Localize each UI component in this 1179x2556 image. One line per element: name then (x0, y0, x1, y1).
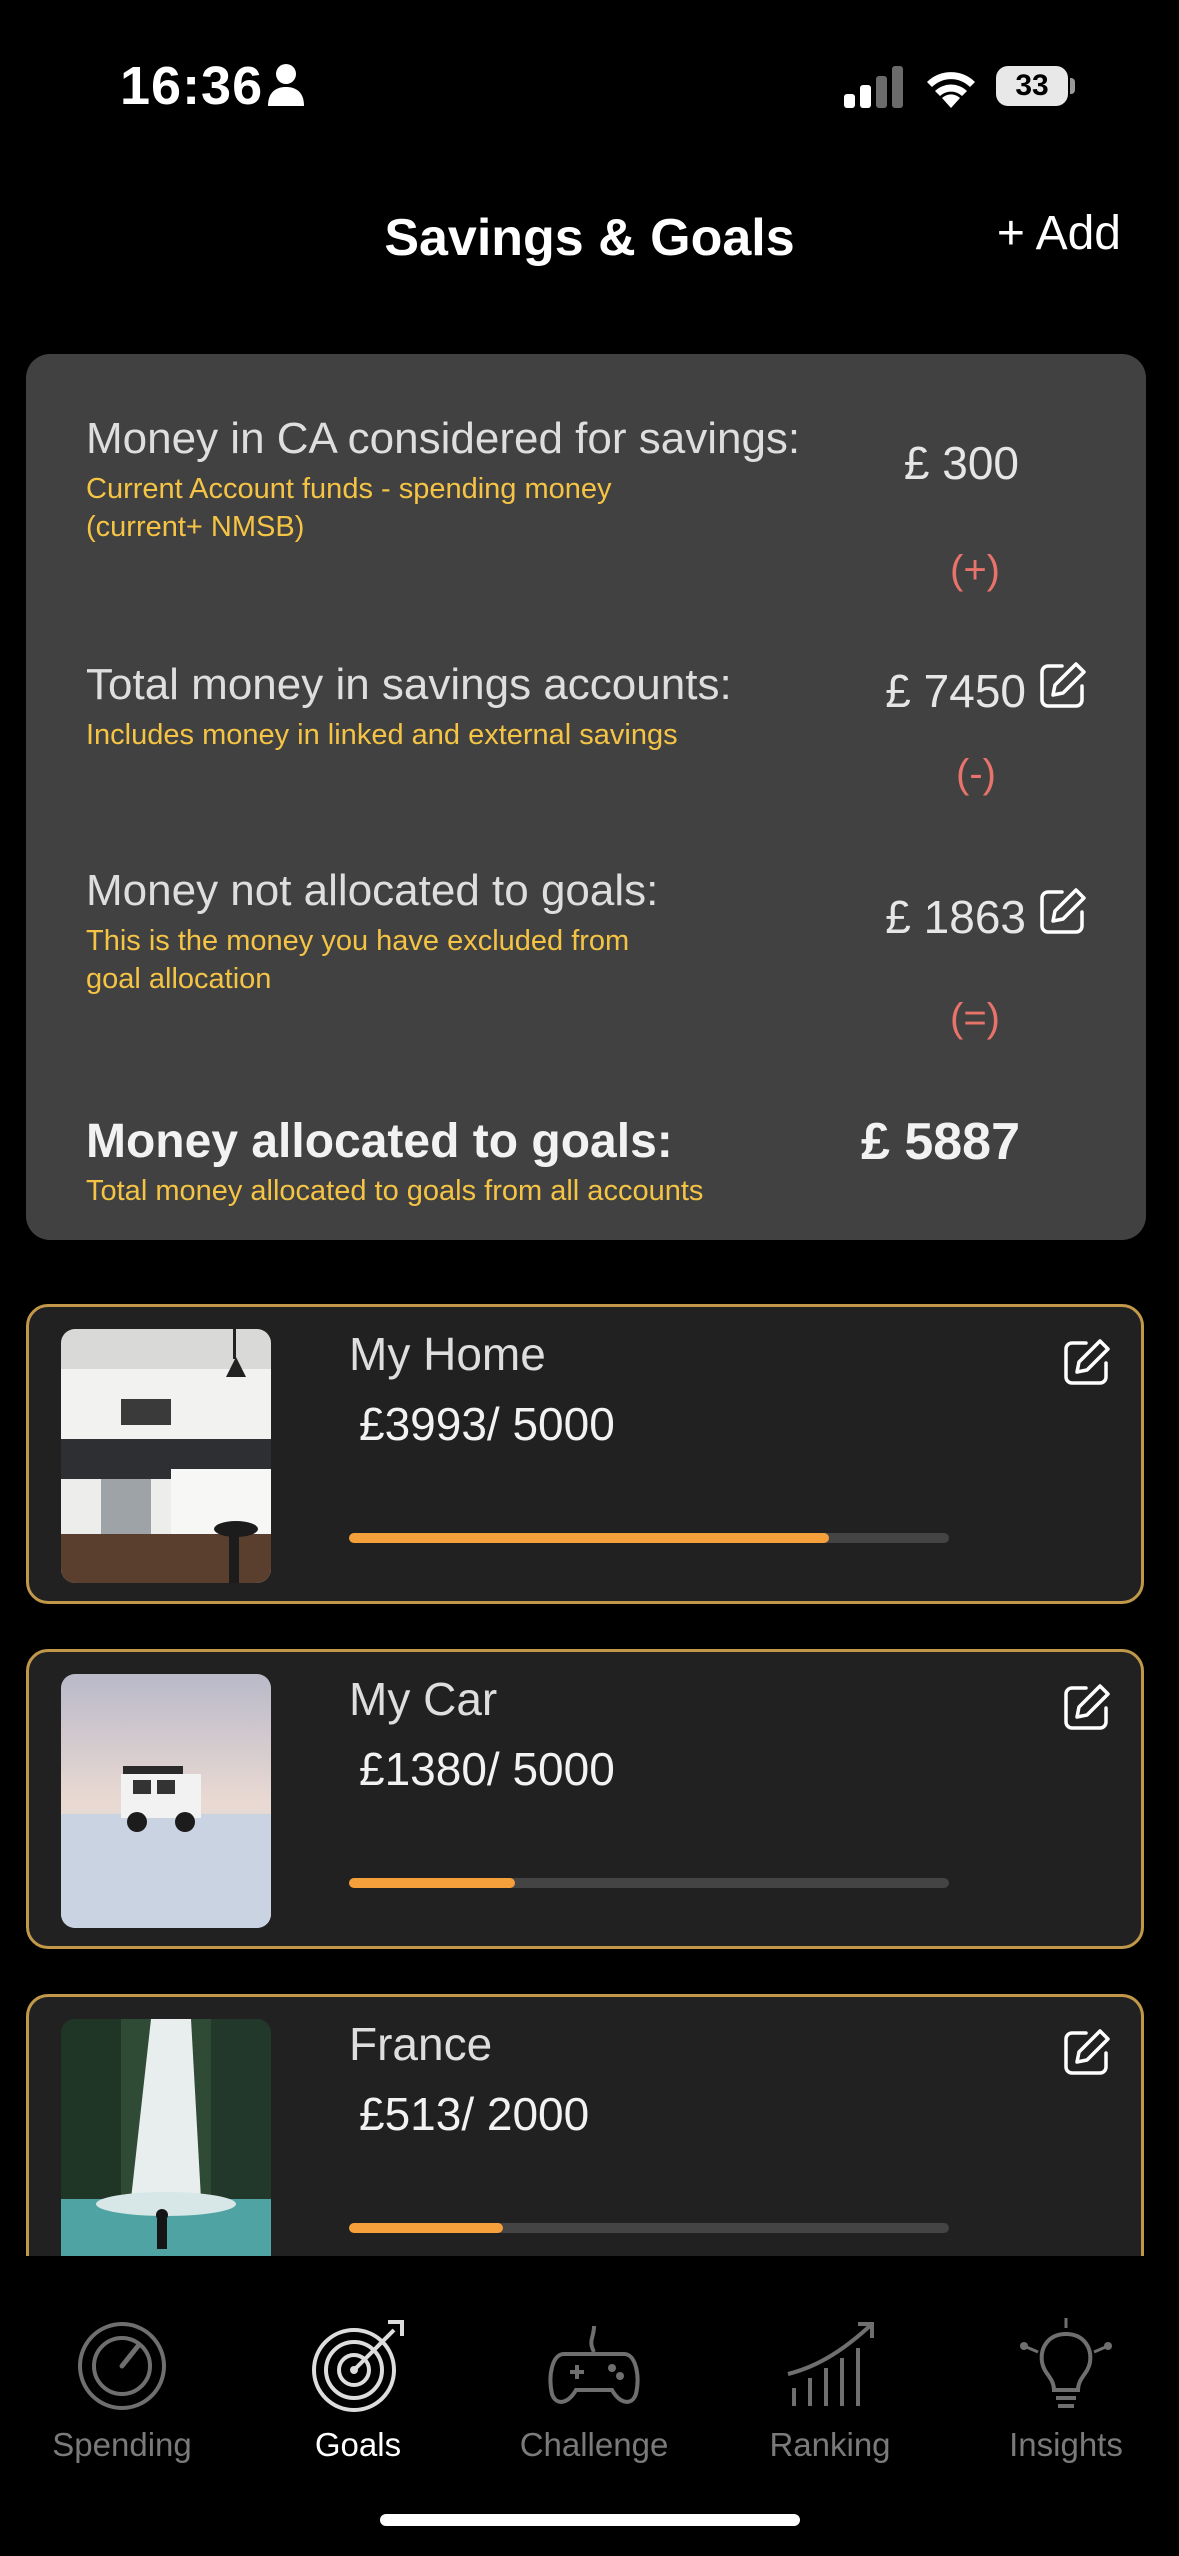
goal-card-france[interactable]: France £513/ 2000 (26, 1994, 1144, 2256)
allocated-subtext: Total money allocated to goals from all … (86, 1175, 704, 1207)
edit-goal-icon[interactable] (1062, 2027, 1112, 2077)
cellular-signal-icon (844, 66, 903, 108)
tab-label: Ranking (769, 2426, 891, 2463)
tab-ranking[interactable]: Ranking (720, 2316, 940, 2464)
allocated-value: £ 5887 (860, 1113, 1020, 1171)
equals-operator: (=) (950, 996, 1000, 1040)
edit-savings-accounts-icon[interactable] (1038, 660, 1088, 710)
status-bar: 16:36 33 (0, 0, 1179, 170)
tab-label: Challenge (519, 2426, 669, 2463)
goal-progress-bar (349, 2223, 949, 2233)
edit-goal-icon[interactable] (1062, 1682, 1112, 1732)
lightbulb-icon (1020, 2318, 1112, 2408)
car-photo (61, 1674, 271, 1928)
goal-amount: £513/ 2000 (359, 2088, 590, 2140)
plus-operator: (+) (950, 548, 1000, 592)
tab-bar: Spending Goals Challenge Ranking Insight… (0, 2256, 1179, 2556)
waterfall-photo (61, 2019, 271, 2256)
kitchen-photo (61, 1329, 271, 1583)
goal-progress-fill (349, 1878, 515, 1888)
goal-amount: £3993/ 5000 (359, 1398, 615, 1450)
goal-name: My Home (349, 1328, 546, 1380)
person-icon (268, 64, 304, 106)
battery-level: 33 (996, 66, 1068, 106)
not-allocated-value: £ 1863 (885, 891, 1026, 943)
savings-accounts-label: Total money in savings accounts: (86, 660, 732, 709)
speedometer-icon (78, 2322, 166, 2410)
goal-amount: £1380/ 5000 (359, 1743, 615, 1795)
tab-label: Goals (314, 2426, 402, 2463)
wifi-icon (927, 72, 975, 108)
not-allocated-subtext-line2: goal allocation (86, 963, 272, 995)
savings-accounts-value: £ 7450 (885, 665, 1026, 717)
goal-progress-bar (349, 1533, 949, 1543)
ranking-chart-icon (787, 2322, 874, 2406)
not-allocated-label: Money not allocated to goals: (86, 866, 659, 915)
tab-insights[interactable]: Insights (956, 2316, 1176, 2464)
edit-goal-icon[interactable] (1062, 1337, 1112, 1387)
goal-progress-bar (349, 1878, 949, 1888)
allocated-label: Money allocated to goals: (86, 1115, 673, 1168)
tab-challenge[interactable]: Challenge (484, 2316, 704, 2464)
ca-savings-subtext-line1: Current Account funds - spending money (86, 473, 612, 505)
home-indicator (380, 2514, 800, 2526)
savings-summary-card: Money in CA considered for savings: Curr… (26, 354, 1146, 1240)
minus-operator: (-) (956, 752, 996, 796)
tab-label: Spending (52, 2426, 192, 2463)
savings-accounts-subtext: Includes money in linked and external sa… (86, 719, 678, 751)
ca-savings-label: Money in CA considered for savings: (86, 414, 801, 463)
edit-not-allocated-icon[interactable] (1038, 886, 1088, 936)
goal-name: My Car (349, 1673, 498, 1725)
battery-indicator: 33 (996, 66, 1075, 106)
goal-card-my-home[interactable]: My Home £3993/ 5000 (26, 1304, 1144, 1604)
add-goal-button[interactable]: + Add (997, 206, 1121, 261)
not-allocated-subtext-line1: This is the money you have excluded from (86, 925, 630, 957)
goal-progress-fill (349, 2223, 503, 2233)
tab-label: Insights (1009, 2426, 1123, 2463)
goal-card-my-car[interactable]: My Car £1380/ 5000 (26, 1649, 1144, 1949)
target-icon (312, 2320, 404, 2412)
goal-progress-fill (349, 1533, 829, 1543)
gamepad-icon (548, 2325, 640, 2404)
battery-cap (1070, 78, 1075, 94)
ca-savings-value: £ 300 (903, 437, 1019, 489)
ca-savings-subtext-line2: (current+ NMSB) (86, 511, 305, 543)
status-time: 16:36 (120, 56, 264, 116)
goal-name: France (349, 2018, 493, 2070)
tab-goals[interactable]: Goals (248, 2316, 468, 2464)
tab-spending[interactable]: Spending (12, 2316, 232, 2464)
